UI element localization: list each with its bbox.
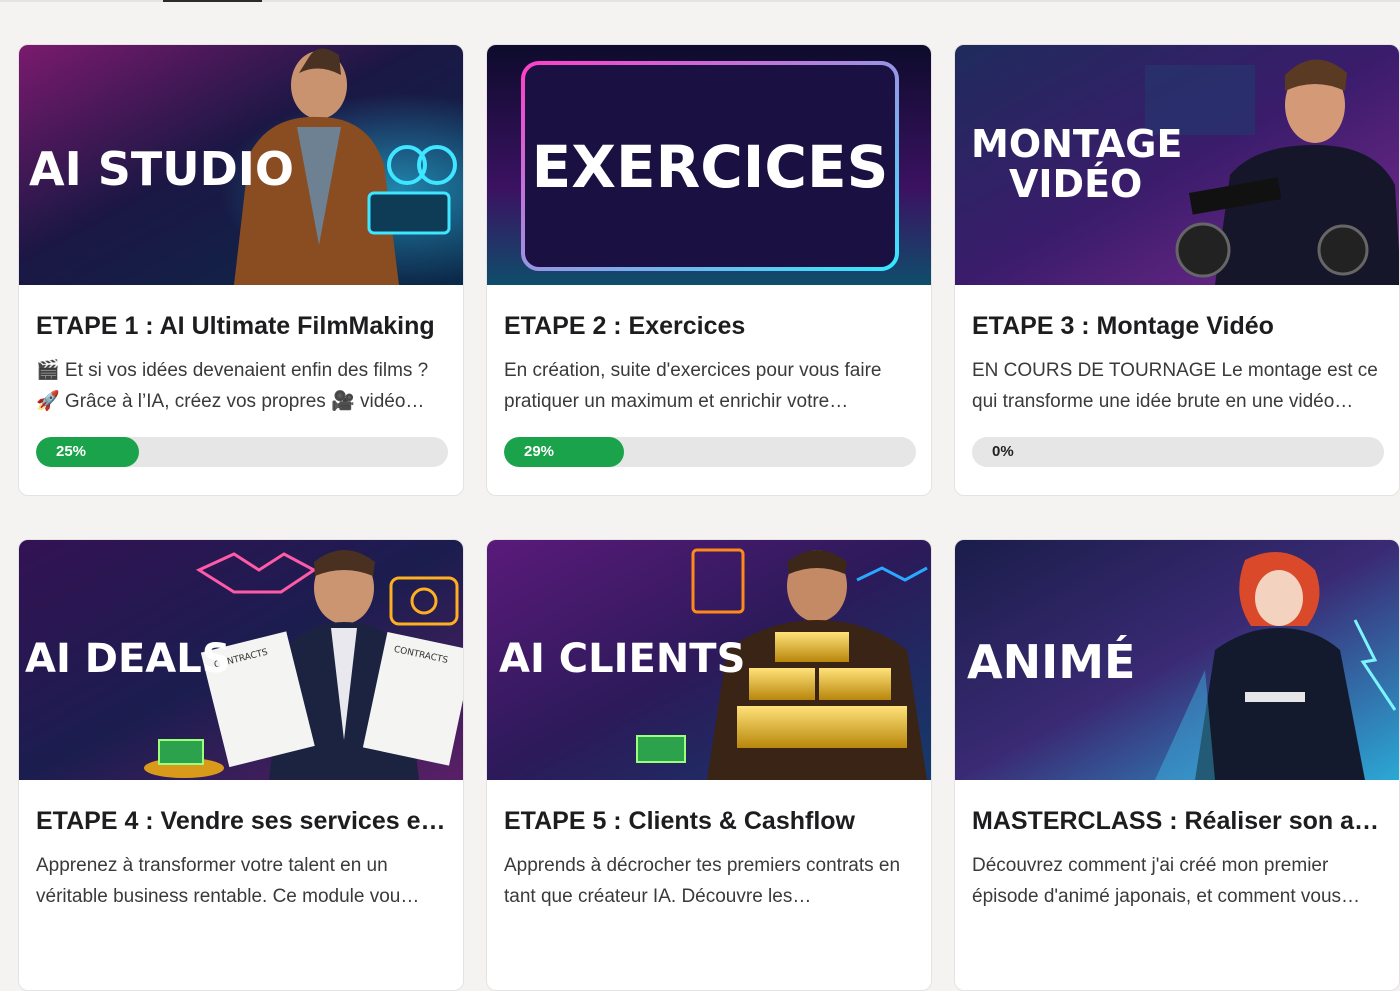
progress-bar: 25% bbox=[36, 437, 448, 467]
course-title[interactable]: ETAPE 3 : Montage Vidéo bbox=[972, 311, 1384, 341]
course-description: En création, suite d'exercices pour vous… bbox=[504, 360, 882, 412]
course-card-masterclass[interactable]: ANIMÉ MASTERCLASS : Réaliser son ani… Dé… bbox=[954, 539, 1400, 991]
thumb-title-text: EXERCICES bbox=[532, 133, 889, 201]
thumb-title-line1: MONTAGE bbox=[971, 122, 1182, 166]
course-description: Apprends à décrocher tes premiers contra… bbox=[504, 855, 901, 907]
course-title[interactable]: ETAPE 2 : Exercices bbox=[504, 311, 916, 341]
thumb-title-text: ANIMÉ bbox=[967, 635, 1135, 689]
thumb-title-line2: VIDÉO bbox=[1009, 162, 1142, 206]
progress-label: 29% bbox=[524, 443, 555, 460]
course-card-etape-2[interactable]: EXERCICES ETAPE 2 : Exercices En créatio… bbox=[486, 44, 932, 496]
thumb-title-text: AI CLIENTS bbox=[499, 636, 745, 682]
thumb-title-text: AI STUDIO bbox=[29, 142, 294, 196]
progress-fill bbox=[36, 437, 139, 467]
course-thumbnail[interactable]: AI CLIENTS bbox=[487, 540, 931, 780]
course-thumbnail[interactable]: AI STUDIO bbox=[19, 45, 463, 285]
progress-bar: 29% bbox=[504, 437, 916, 467]
course-card-etape-5[interactable]: AI CLIENTS ETAPE 5 : Clients & Cashflow … bbox=[486, 539, 932, 991]
active-tab-indicator bbox=[163, 0, 262, 2]
progress-bar: 0% bbox=[972, 437, 1384, 467]
course-title[interactable]: MASTERCLASS : Réaliser son ani… bbox=[972, 806, 1384, 836]
course-description: Apprenez à transformer votre talent en u… bbox=[36, 855, 420, 907]
course-description: Découvrez comment j'ai créé mon premier … bbox=[972, 855, 1361, 907]
course-card-etape-3[interactable]: MONTAGE VIDÉO ETAPE 3 : Montage Vidéo EN… bbox=[954, 44, 1400, 496]
progress-label: 25% bbox=[56, 443, 87, 460]
course-thumbnail[interactable]: ANIMÉ bbox=[955, 540, 1399, 780]
course-card-etape-1[interactable]: AI STUDIO ETAPE 1 : AI Ultimate FilmMaki… bbox=[18, 44, 464, 496]
course-thumbnail[interactable]: CONTRACTS CONTRACTS AI DEALS bbox=[19, 540, 463, 780]
thumb-title-text: AI DEALS bbox=[25, 636, 231, 682]
course-title[interactable]: ETAPE 5 : Clients & Cashflow bbox=[504, 806, 916, 836]
course-description: EN COURS DE TOURNAGE Le montage est ce q… bbox=[972, 360, 1378, 412]
course-title[interactable]: ETAPE 1 : AI Ultimate FilmMaking bbox=[36, 311, 448, 341]
course-thumbnail[interactable]: EXERCICES bbox=[487, 45, 931, 285]
course-title[interactable]: ETAPE 4 : Vendre ses services en … bbox=[36, 806, 448, 836]
course-description: 🎬 Et si vos idées devenaient enfin des f… bbox=[36, 360, 429, 412]
progress-fill bbox=[504, 437, 624, 467]
course-card-etape-4[interactable]: CONTRACTS CONTRACTS AI DEALS ETAPE 4 : V… bbox=[18, 539, 464, 991]
course-thumbnail[interactable]: MONTAGE VIDÉO bbox=[955, 45, 1399, 285]
progress-label: 0% bbox=[992, 443, 1014, 460]
